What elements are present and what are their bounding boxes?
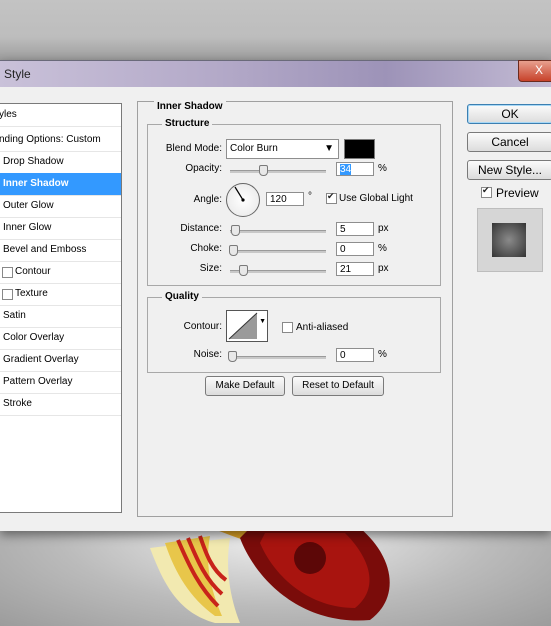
list-item-contour[interactable]: Contour bbox=[0, 261, 121, 284]
ok-button[interactable]: OK bbox=[467, 104, 551, 124]
angle-label: Angle: bbox=[193, 194, 222, 205]
size-input[interactable]: 21 bbox=[336, 262, 374, 276]
choke-label: Choke: bbox=[190, 243, 222, 254]
list-item-satin[interactable]: Satin bbox=[0, 305, 121, 328]
cancel-button[interactable]: Cancel bbox=[467, 132, 551, 152]
contour-checkbox[interactable] bbox=[2, 267, 13, 278]
layer-style-dialog: Style X yles nding Options: Custom Drop … bbox=[0, 60, 551, 531]
make-default-button[interactable]: Make Default bbox=[205, 376, 285, 396]
list-item-color-overlay[interactable]: Color Overlay bbox=[0, 327, 121, 350]
list-item-styles-header[interactable]: yles bbox=[0, 104, 121, 127]
close-button[interactable]: X bbox=[518, 60, 551, 82]
size-slider-thumb[interactable] bbox=[239, 265, 248, 276]
list-item-pattern-overlay[interactable]: Pattern Overlay bbox=[0, 371, 121, 394]
list-item-bevel-emboss[interactable]: Bevel and Emboss bbox=[0, 239, 121, 262]
choke-input[interactable]: 0 bbox=[336, 242, 374, 256]
noise-input[interactable]: 0 bbox=[336, 348, 374, 362]
choke-slider[interactable] bbox=[230, 250, 326, 253]
styles-list: yles nding Options: Custom Drop Shadow I… bbox=[0, 103, 122, 513]
new-style-button[interactable]: New Style... bbox=[467, 160, 551, 180]
list-item-stroke[interactable]: Stroke bbox=[0, 393, 121, 416]
distance-unit: px bbox=[378, 223, 389, 234]
opacity-label: Opacity: bbox=[185, 163, 222, 174]
list-item-drop-shadow[interactable]: Drop Shadow bbox=[0, 151, 121, 174]
reset-to-default-button[interactable]: Reset to Default bbox=[292, 376, 384, 396]
blend-mode-label: Blend Mode: bbox=[165, 143, 222, 154]
anti-aliased-checkbox[interactable] bbox=[282, 322, 293, 333]
distance-label: Distance: bbox=[180, 223, 222, 234]
use-global-light-label: Use Global Light bbox=[339, 193, 413, 204]
style-preview-box bbox=[477, 208, 543, 272]
style-preview-swatch bbox=[492, 223, 526, 257]
preview-label: Preview bbox=[496, 186, 539, 200]
list-item-inner-glow[interactable]: Inner Glow bbox=[0, 217, 121, 240]
canvas-background-top bbox=[0, 0, 551, 62]
structure-group: Structure Blend Mode: Color Burn ▼ Opaci… bbox=[147, 118, 441, 286]
chevron-down-icon: ▼ bbox=[259, 318, 266, 325]
distance-slider-thumb[interactable] bbox=[231, 225, 240, 236]
canvas-artwork bbox=[0, 528, 551, 626]
panel-title: Inner Shadow bbox=[154, 101, 226, 112]
noise-label: Noise: bbox=[193, 349, 222, 360]
noise-slider-thumb[interactable] bbox=[228, 351, 237, 362]
noise-unit: % bbox=[378, 349, 387, 360]
list-item-gradient-overlay[interactable]: Gradient Overlay bbox=[0, 349, 121, 372]
angle-dial[interactable] bbox=[226, 183, 260, 217]
inner-shadow-panel: Inner Shadow Structure Blend Mode: Color… bbox=[137, 101, 453, 517]
contour-curve-icon bbox=[228, 312, 258, 340]
anti-aliased-label: Anti-aliased bbox=[296, 322, 349, 333]
angle-dial-needle bbox=[234, 186, 245, 202]
fish-artwork-image bbox=[150, 528, 390, 623]
quality-title: Quality bbox=[162, 291, 202, 302]
angle-input[interactable]: 120 bbox=[266, 192, 304, 206]
list-item-blending-options[interactable]: nding Options: Custom bbox=[0, 129, 121, 152]
quality-group: Quality Contour: ▼ Anti-aliased Noise: 0… bbox=[147, 291, 441, 373]
use-global-light-checkbox[interactable] bbox=[326, 191, 337, 204]
opacity-input[interactable]: 34 bbox=[336, 162, 374, 176]
noise-slider[interactable] bbox=[230, 356, 326, 359]
distance-input[interactable]: 5 bbox=[336, 222, 374, 236]
window-title: Style bbox=[4, 67, 31, 81]
contour-label: Contour: bbox=[183, 321, 222, 332]
opacity-slider[interactable] bbox=[230, 170, 326, 173]
chevron-down-icon: ▼ bbox=[324, 143, 334, 154]
distance-slider[interactable] bbox=[230, 230, 326, 233]
contour-picker[interactable]: ▼ bbox=[226, 310, 268, 342]
shadow-color-swatch[interactable] bbox=[344, 139, 375, 159]
opacity-slider-thumb[interactable] bbox=[259, 165, 268, 176]
list-item-outer-glow[interactable]: Outer Glow bbox=[0, 195, 121, 218]
list-item-texture[interactable]: Texture bbox=[0, 283, 121, 306]
texture-checkbox[interactable] bbox=[2, 289, 13, 300]
preview-checkbox[interactable] bbox=[481, 185, 492, 198]
size-unit: px bbox=[378, 263, 389, 274]
title-bar[interactable]: Style X bbox=[0, 60, 551, 87]
opacity-unit: % bbox=[378, 163, 387, 174]
degree-symbol: ° bbox=[308, 191, 312, 202]
blend-mode-select[interactable]: Color Burn ▼ bbox=[226, 139, 339, 159]
list-item-inner-shadow[interactable]: Inner Shadow bbox=[0, 173, 121, 196]
choke-unit: % bbox=[378, 243, 387, 254]
size-label: Size: bbox=[199, 263, 222, 274]
choke-slider-thumb[interactable] bbox=[229, 245, 238, 256]
structure-title: Structure bbox=[162, 118, 213, 129]
